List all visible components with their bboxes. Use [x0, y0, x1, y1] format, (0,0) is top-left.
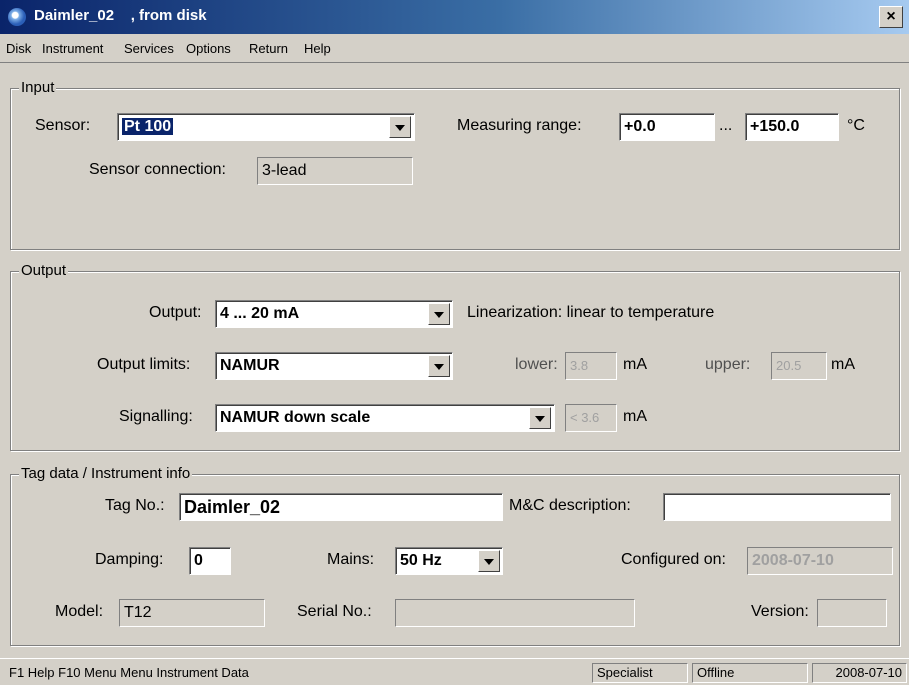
upper-label: upper:	[705, 356, 751, 373]
lower-label: lower:	[515, 356, 558, 373]
title-bar: Daimler_02 , from disk ×	[0, 0, 909, 34]
limits-dropdown-button[interactable]	[428, 355, 450, 377]
menu-bar: Disk Instrument Services Options Return …	[0, 34, 909, 63]
model-label: Model:	[55, 603, 104, 620]
mc-description-input[interactable]	[663, 493, 891, 521]
serial-label: Serial No.:	[297, 603, 372, 620]
output-label: Output:	[149, 304, 202, 321]
input-group: Input Sensor: Pt 100 Measuring range: +0…	[10, 79, 900, 250]
lower-unit: mA	[623, 356, 647, 373]
menu-disk[interactable]: Disk	[6, 41, 31, 56]
range-unit: °C	[847, 117, 865, 134]
mains-dropdown-button[interactable]	[478, 550, 500, 572]
sensor-dropdown-button[interactable]	[389, 116, 411, 138]
range-label: Measuring range:	[457, 117, 582, 134]
signalling-label: Signalling:	[119, 408, 193, 425]
model-field: T12	[119, 599, 265, 627]
version-label: Version:	[751, 603, 809, 620]
status-role: Specialist	[592, 663, 688, 683]
output-select[interactable]: 4 ... 20 mA	[215, 300, 453, 328]
menu-options[interactable]: Options	[186, 41, 231, 56]
connection-field: 3-lead	[257, 157, 413, 185]
limits-label: Output limits:	[97, 356, 191, 373]
close-button[interactable]: ×	[879, 6, 903, 28]
status-mode: Offline	[692, 663, 808, 683]
damping-label: Damping:	[95, 551, 164, 568]
signalling-dropdown-button[interactable]	[529, 407, 551, 429]
app-icon	[8, 8, 26, 26]
range-separator: ...	[719, 117, 733, 134]
sensor-label: Sensor:	[35, 117, 91, 134]
limits-select[interactable]: NAMUR	[215, 352, 453, 380]
output-group: Output Output: 4 ... 20 mA Linearization…	[10, 262, 900, 451]
version-field	[817, 599, 887, 627]
tag-no-label: Tag No.:	[105, 497, 165, 514]
lower-field: 3.8	[565, 352, 617, 380]
sensor-value: Pt 100	[122, 118, 174, 135]
signal-field: < 3.6	[565, 404, 617, 432]
linearization-text: Linearization: linear to temperature	[467, 304, 715, 321]
output-dropdown-button[interactable]	[428, 303, 450, 325]
input-legend: Input	[19, 79, 57, 96]
menu-return[interactable]: Return	[249, 41, 288, 56]
tag-no-input[interactable]: Daimler_02	[179, 493, 503, 521]
mains-label: Mains:	[327, 551, 375, 568]
output-legend: Output	[19, 262, 69, 279]
tag-data-group: Tag data / Instrument info Tag No.: Daim…	[10, 465, 900, 646]
status-date: 2008-07-10	[812, 663, 907, 683]
mc-description-label: M&C description:	[509, 497, 631, 514]
status-bar: F1 Help F10 Menu Menu Instrument Data Sp…	[0, 658, 909, 685]
configured-field: 2008-07-10	[747, 547, 893, 575]
damping-input[interactable]: 0	[189, 547, 231, 575]
window-title: Daimler_02 , from disk	[34, 7, 207, 24]
sensor-select[interactable]: Pt 100	[117, 113, 415, 141]
range-to-input[interactable]: +150.0	[745, 113, 839, 141]
menu-help[interactable]: Help	[304, 41, 331, 56]
status-help-text: F1 Help F10 Menu Menu Instrument Data	[9, 665, 249, 680]
signal-unit: mA	[623, 408, 647, 425]
upper-unit: mA	[831, 356, 855, 373]
signalling-select[interactable]: NAMUR down scale	[215, 404, 555, 432]
range-from-input[interactable]: +0.0	[619, 113, 715, 141]
tag-data-legend: Tag data / Instrument info	[19, 465, 193, 482]
connection-label: Sensor connection:	[89, 161, 226, 178]
upper-field: 20.5	[771, 352, 827, 380]
menu-services[interactable]: Services	[124, 41, 174, 56]
configured-label: Configured on:	[621, 551, 726, 568]
menu-instrument[interactable]: Instrument	[42, 41, 103, 56]
serial-field	[395, 599, 635, 627]
